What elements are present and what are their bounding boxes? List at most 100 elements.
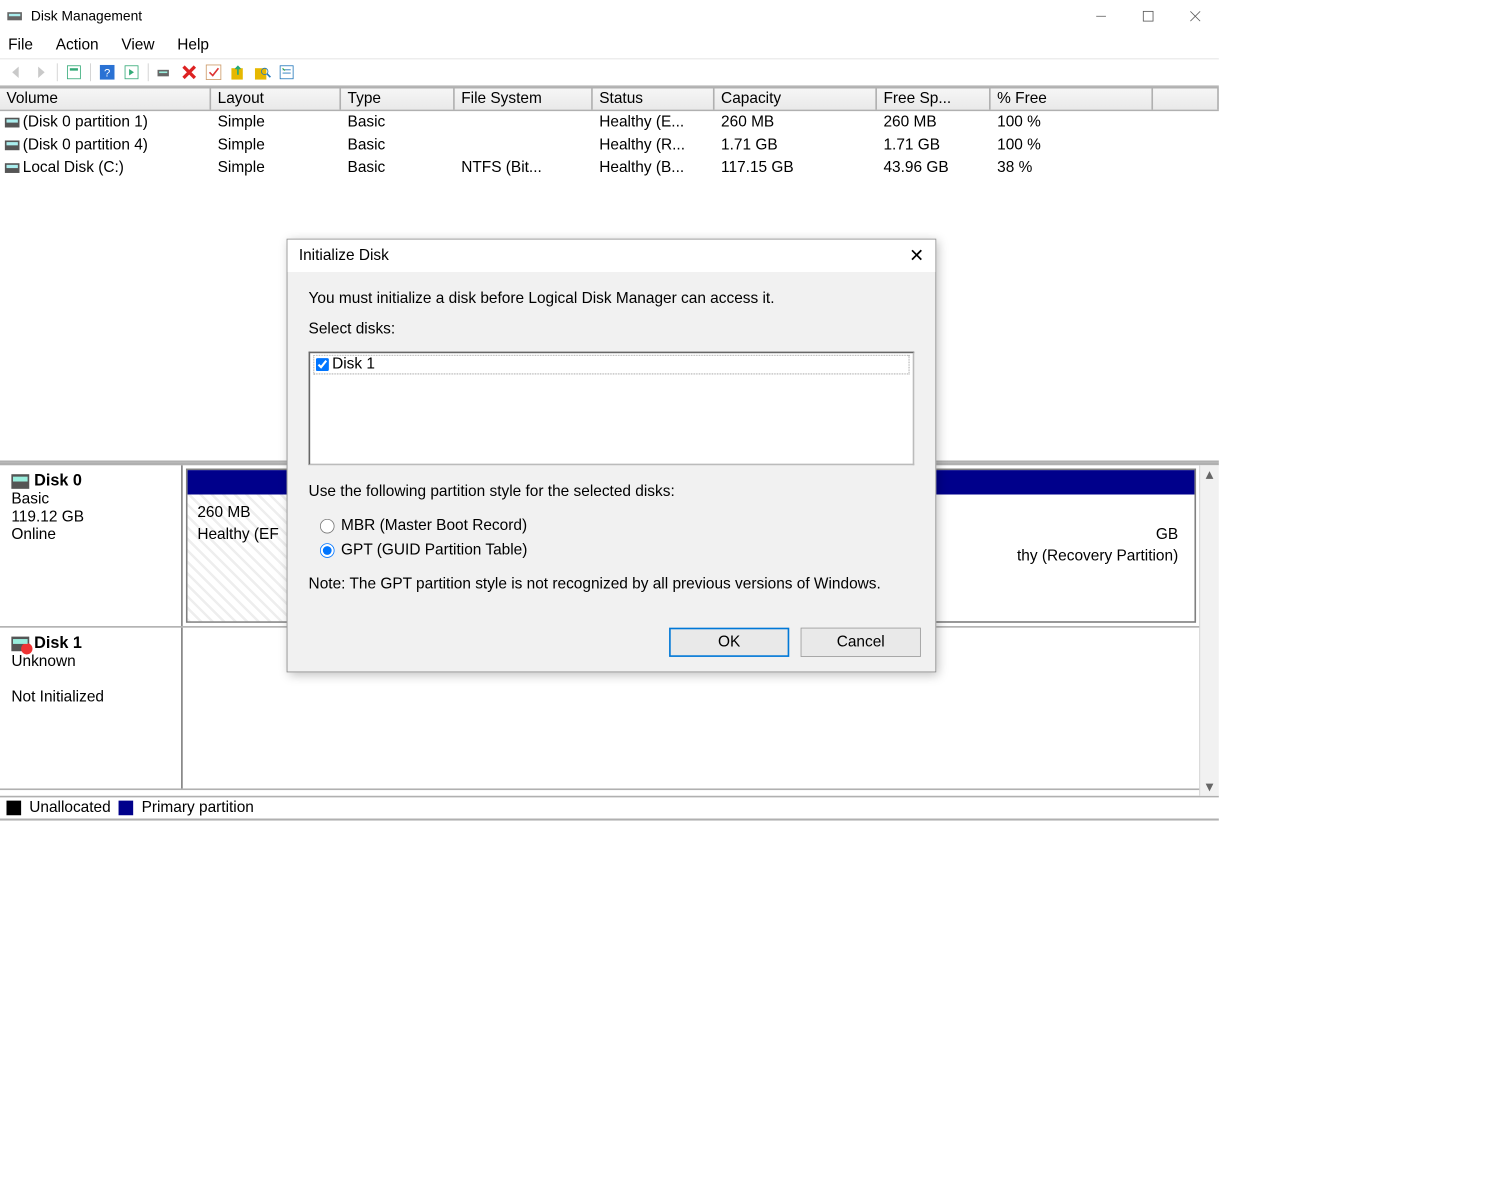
col-pctfree[interactable]: % Free [991, 89, 1153, 110]
status-bar [0, 820, 1219, 839]
col-capacity[interactable]: Capacity [715, 89, 877, 110]
col-filesystem[interactable]: File System [455, 89, 593, 110]
col-type[interactable]: Type [341, 89, 455, 110]
volume-type: Basic [341, 114, 455, 132]
table-row[interactable]: Local Disk (C:) Simple Basic NTFS (Bit..… [0, 157, 1219, 180]
swatch-primary [119, 801, 134, 816]
radio-mbr[interactable]: MBR (Master Boot Record) [309, 514, 915, 538]
disk1-label[interactable]: Disk 1 Unknown Not Initialized [0, 628, 183, 789]
menu-help[interactable]: Help [177, 37, 209, 55]
volume-fs: NTFS (Bit... [455, 159, 593, 177]
menu-view[interactable]: View [121, 37, 154, 55]
volume-pct: 100 % [991, 136, 1153, 154]
gpt-radio[interactable] [320, 543, 335, 558]
disk-checkbox[interactable] [316, 358, 329, 371]
legend: Unallocated Primary partition [0, 796, 1219, 820]
scroll-down-icon[interactable]: ▾ [1200, 778, 1219, 796]
initialize-disk-dialog: Initialize Disk ✕ You must initialize a … [287, 239, 937, 673]
disk-error-icon [11, 637, 29, 652]
volume-status: Healthy (R... [593, 136, 715, 154]
disk0-type: Basic [11, 490, 49, 507]
partition-size: 260 MB [197, 504, 250, 521]
disk0-status: Online [11, 526, 56, 543]
delete-button[interactable] [178, 62, 201, 83]
gpt-note: Note: The GPT partition style is not rec… [309, 576, 915, 594]
disk1-status: Not Initialized [11, 689, 104, 706]
close-button[interactable] [1172, 0, 1219, 32]
refresh-button[interactable] [120, 62, 143, 83]
menu-file[interactable]: File [8, 37, 33, 55]
volume-type: Basic [341, 159, 455, 177]
col-free[interactable]: Free Sp... [877, 89, 991, 110]
cancel-button[interactable]: Cancel [801, 628, 921, 657]
title-bar: Disk Management [0, 0, 1219, 32]
dialog-message: You must initialize a disk before Logica… [309, 290, 915, 308]
dialog-title: Initialize Disk [299, 247, 389, 265]
disk0-size: 119.12 GB [11, 508, 84, 525]
volume-free: 1.71 GB [877, 136, 991, 154]
volume-pct: 100 % [991, 114, 1153, 132]
vertical-scrollbar[interactable]: ▴ ▾ [1199, 465, 1218, 795]
partition-status: Healthy (EF [197, 526, 278, 543]
disk0-title: Disk 0 [34, 472, 82, 490]
volume-table-header: Volume Layout Type File System Status Ca… [0, 89, 1219, 112]
toolbar: ? [0, 58, 1219, 86]
mbr-radio[interactable] [320, 519, 335, 534]
ok-button[interactable]: OK [669, 628, 789, 657]
rescan-button[interactable] [153, 62, 176, 83]
volume-capacity: 117.15 GB [715, 159, 877, 177]
forward-button[interactable] [29, 62, 52, 83]
volume-name: (Disk 0 partition 1) [23, 114, 148, 132]
disk1-title: Disk 1 [34, 634, 82, 652]
disk-item-label: Disk 1 [332, 356, 375, 374]
properties-button[interactable] [63, 62, 86, 83]
volume-free: 43.96 GB [877, 159, 991, 177]
radio-gpt[interactable]: GPT (GUID Partition Table) [309, 538, 915, 562]
maximize-button[interactable] [1125, 0, 1172, 32]
disk-list-item[interactable]: Disk 1 [313, 355, 909, 374]
volume-capacity: 260 MB [715, 114, 877, 132]
volume-layout: Simple [211, 114, 341, 132]
table-row[interactable]: (Disk 0 partition 1) Simple Basic Health… [0, 111, 1219, 134]
disk0-partition-1[interactable]: 260 MB Healthy (EF [186, 469, 300, 623]
disk-icon [11, 474, 29, 489]
legend-primary-label: Primary partition [142, 799, 254, 817]
find-button[interactable] [251, 62, 274, 83]
volume-pct: 38 % [991, 159, 1153, 177]
help-button[interactable]: ? [96, 62, 119, 83]
disk0-label[interactable]: Disk 0 Basic 119.12 GB Online [0, 465, 183, 626]
scroll-up-icon[interactable]: ▴ [1200, 465, 1219, 483]
list-button[interactable] [275, 62, 298, 83]
disk-icon [5, 163, 20, 173]
extend-button[interactable] [227, 62, 250, 83]
disk-icon [5, 118, 20, 128]
volume-free: 260 MB [877, 114, 991, 132]
volume-layout: Simple [211, 136, 341, 154]
dialog-close-button[interactable]: ✕ [909, 245, 924, 266]
partition-size: GB [1156, 524, 1178, 546]
volume-status: Healthy (B... [593, 159, 715, 177]
gpt-label: GPT (GUID Partition Table) [341, 542, 527, 560]
mbr-label: MBR (Master Boot Record) [341, 517, 527, 535]
col-volume[interactable]: Volume [0, 89, 211, 110]
col-status[interactable]: Status [593, 89, 715, 110]
volume-status: Healthy (E... [593, 114, 715, 132]
disk-icon [5, 140, 20, 150]
check-button[interactable] [202, 62, 225, 83]
disk1-type: Unknown [11, 653, 75, 670]
volume-type: Basic [341, 136, 455, 154]
menu-bar: File Action View Help [0, 32, 1219, 58]
window-title: Disk Management [31, 8, 142, 24]
table-row[interactable]: (Disk 0 partition 4) Simple Basic Health… [0, 134, 1219, 157]
volume-capacity: 1.71 GB [715, 136, 877, 154]
svg-text:?: ? [104, 67, 110, 79]
volume-layout: Simple [211, 159, 341, 177]
disk-list: Disk 1 [309, 352, 915, 466]
back-button[interactable] [5, 62, 28, 83]
col-layout[interactable]: Layout [211, 89, 341, 110]
minimize-button[interactable] [1078, 0, 1125, 32]
volume-name: (Disk 0 partition 4) [23, 136, 148, 154]
menu-action[interactable]: Action [56, 37, 99, 55]
volume-name: Local Disk (C:) [23, 159, 124, 177]
app-icon [6, 8, 22, 24]
